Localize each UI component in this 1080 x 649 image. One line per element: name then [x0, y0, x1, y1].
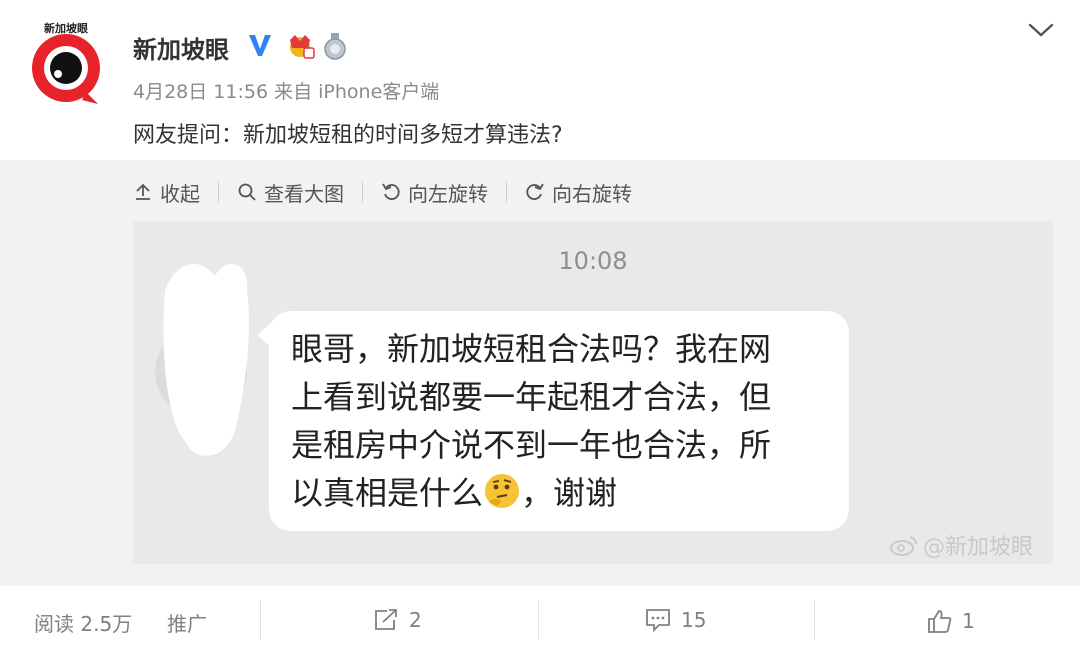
message-suffix: ，谢谢 [521, 474, 618, 512]
repost-button[interactable]: 2 [373, 608, 422, 632]
image-toolbar: 收起 查看大图 向左旋转 向右旋转 [133, 177, 632, 207]
weibo-logo-icon [890, 536, 918, 556]
medal-badge-icon[interactable] [323, 32, 347, 60]
author-name[interactable]: 新加坡眼 [133, 30, 229, 65]
view-large-button[interactable]: 查看大图 [237, 178, 344, 207]
view-large-label: 查看大图 [264, 181, 344, 206]
media-panel: 收起 查看大图 向左旋转 向右旋转 10:08 眼哥，新加坡短租合法吗？我在网 … [0, 160, 1080, 586]
comment-count: 15 [681, 608, 707, 632]
toolbar-divider [506, 182, 507, 202]
author-avatar[interactable]: 新加坡眼 [24, 20, 108, 108]
rotate-left-button[interactable]: 向左旋转 [381, 178, 488, 207]
rotate-left-icon [382, 183, 400, 200]
collapse-arrow-icon [136, 183, 150, 200]
crown-badge-icon[interactable] [286, 32, 316, 60]
chevron-down-icon[interactable] [1027, 20, 1055, 40]
rotate-left-label: 向左旋转 [408, 181, 488, 206]
search-icon [238, 183, 256, 201]
post-meta: 4月28日 11:56 来自 iPhone客户端 [133, 81, 440, 103]
message-bubble: 眼哥，新加坡短租合法吗？我在网 上看到说都要一年起租才合法，但 是租房中介说不到… [269, 311, 849, 531]
repost-count: 2 [409, 608, 422, 632]
watermark-text: @新加坡眼 [923, 535, 1034, 560]
like-count: 1 [962, 609, 975, 633]
message-text: 眼哥，新加坡短租合法吗？我在网 上看到说都要一年起租才合法，但 是租房中介说不到… [291, 325, 831, 517]
footer-divider [814, 600, 815, 640]
post-footer: 阅读 2.5万 推广 2 15 1 [0, 586, 1080, 649]
collapse-label: 收起 [160, 181, 200, 206]
footer-divider [538, 600, 539, 640]
chat-timestamp: 10:08 [558, 247, 628, 275]
like-button[interactable]: 1 [926, 608, 975, 634]
verified-v-icon [249, 35, 271, 56]
promote-button[interactable]: 推广 [167, 608, 207, 637]
avatar-logo-text: 新加坡眼 [44, 21, 88, 35]
privacy-mask-shape [163, 264, 250, 456]
thumbs-up-icon [928, 610, 952, 633]
collapse-button[interactable]: 收起 [133, 178, 200, 207]
comment-button[interactable]: 15 [645, 608, 706, 632]
read-count: 阅读 2.5万 [34, 612, 133, 636]
toolbar-divider [362, 182, 363, 202]
rotate-right-button[interactable]: 向右旋转 [525, 178, 632, 207]
chat-screenshot-image[interactable]: 10:08 眼哥，新加坡短租合法吗？我在网 上看到说都要一年起租才合法，但 是租… [133, 221, 1053, 564]
rotate-right-label: 向右旋转 [552, 181, 632, 206]
comment-icon [646, 609, 670, 632]
share-icon [375, 609, 397, 630]
weibo-watermark: @新加坡眼 [889, 529, 1033, 561]
thinking-face-emoji-icon [485, 474, 520, 508]
rotate-right-icon [526, 183, 544, 200]
footer-divider [260, 600, 261, 640]
toolbar-divider [218, 182, 219, 202]
post-text: 网友提问：新加坡短租的时间多短才算违法? [133, 123, 563, 148]
